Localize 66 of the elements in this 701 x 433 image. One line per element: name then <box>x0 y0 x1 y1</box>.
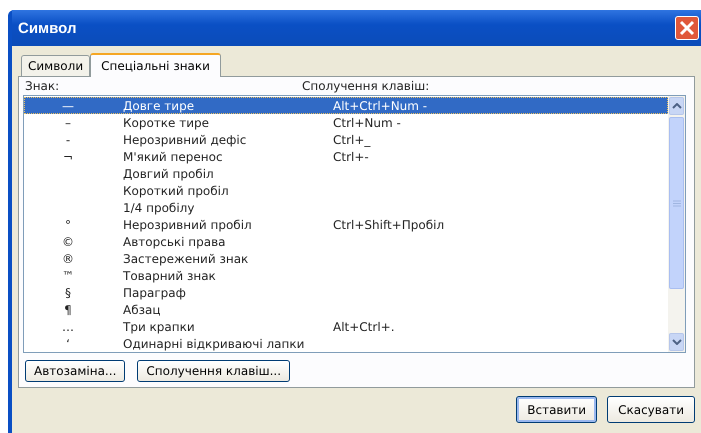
sign-name: Товарний знак <box>122 268 217 282</box>
sign-glyph: … <box>61 320 75 334</box>
sign-glyph: — <box>61 98 75 112</box>
list-row[interactable]: © Авторські права <box>24 233 668 250</box>
sign-name: Параграф <box>122 286 187 300</box>
list-row[interactable]: - Нерозривний дефіс Ctrl+_ <box>24 131 668 148</box>
sign-name: Одинарні відкриваючі лапки <box>122 336 306 350</box>
sign-glyph: ¬ <box>62 150 74 164</box>
shortcut-text: Ctrl+Num - <box>333 116 401 130</box>
list-row[interactable]: … Три крапки Alt+Ctrl+. <box>24 318 668 335</box>
sign-name: Нерозривний пробіл <box>122 218 253 232</box>
dialog-button[interactable]: Автозаміна... <box>25 360 126 382</box>
list-row[interactable]: ™ Товарний знак <box>24 267 668 284</box>
dialog-button[interactable]: Скасувати <box>607 396 695 423</box>
column-header: Сполучення клавіш: <box>302 79 430 95</box>
sign-glyph: – <box>64 116 72 130</box>
sign-name: Коротке тире <box>122 116 210 130</box>
shortcut-text: Ctrl+Shift+Пробіл <box>333 218 444 232</box>
sign-name: Три крапки <box>122 320 196 334</box>
chevron-up-icon <box>672 103 682 109</box>
scroll-down-button[interactable] <box>669 333 684 351</box>
list-row[interactable]: Довгий пробіл <box>24 165 668 182</box>
sign-name: Довгий пробіл <box>122 166 215 180</box>
window-title: Символ <box>18 20 76 36</box>
chevron-down-icon <box>672 339 682 345</box>
sign-name: Абзац <box>122 302 162 316</box>
shortcut-text: Ctrl+- <box>333 150 369 164</box>
tab[interactable]: Спеціальні знаки <box>90 53 221 77</box>
sign-name: 1/4 пробілу <box>122 200 196 214</box>
list-row[interactable]: — Довге тире Alt+Ctrl+Num - <box>24 97 668 114</box>
sign-glyph: ® <box>61 252 75 266</box>
shortcut-text: Alt+Ctrl+. <box>333 320 395 334</box>
sign-glyph: - <box>64 132 72 146</box>
sign-name: Нерозривний дефіс <box>122 132 248 146</box>
close-icon <box>678 19 696 37</box>
sign-glyph: © <box>61 234 75 248</box>
sign-name: М'який перенос <box>122 150 224 164</box>
scroll-up-button[interactable] <box>669 97 684 115</box>
close-button[interactable] <box>675 16 699 40</box>
list-row[interactable]: – Коротке тире Ctrl+Num - <box>24 114 668 131</box>
grip-icon <box>672 200 680 206</box>
list-row[interactable]: 1/4 пробілу <box>24 199 668 216</box>
sign-glyph: § <box>64 286 72 300</box>
list-row[interactable]: ° Нерозривний пробіл Ctrl+Shift+Пробіл <box>24 216 668 233</box>
sign-name: Довге тире <box>122 98 196 112</box>
column-header: Знак: <box>24 79 60 95</box>
dialog-button[interactable]: Вставити <box>516 396 598 423</box>
sign-name: Авторські права <box>122 234 227 248</box>
sign-glyph: ™ <box>61 268 75 282</box>
tab[interactable]: Символи <box>21 55 90 76</box>
sign-glyph: ‘ <box>65 336 71 350</box>
sign-name: Застережений знак <box>122 252 250 266</box>
list-row[interactable]: Короткий пробіл <box>24 182 668 199</box>
list-row[interactable]: ‘ Одинарні відкриваючі лапки <box>24 335 668 352</box>
list-row[interactable]: ¶ Абзац <box>24 301 668 318</box>
shortcut-text: Ctrl+_ <box>333 132 370 146</box>
sign-glyph: ° <box>64 218 72 232</box>
scrollbar[interactable] <box>668 96 685 352</box>
sign-name: Короткий пробіл <box>122 184 230 198</box>
sign-glyph: ¶ <box>63 302 73 316</box>
list-row[interactable]: ® Застережений знак <box>24 250 668 267</box>
dialog-button[interactable]: Сполучення клавіш... <box>137 360 290 382</box>
scroll-thumb[interactable] <box>669 117 684 289</box>
list-row[interactable]: § Параграф <box>24 284 668 301</box>
shortcut-text: Alt+Ctrl+Num - <box>333 98 428 112</box>
list-row[interactable]: ¬ М'який перенос Ctrl+- <box>24 148 668 165</box>
